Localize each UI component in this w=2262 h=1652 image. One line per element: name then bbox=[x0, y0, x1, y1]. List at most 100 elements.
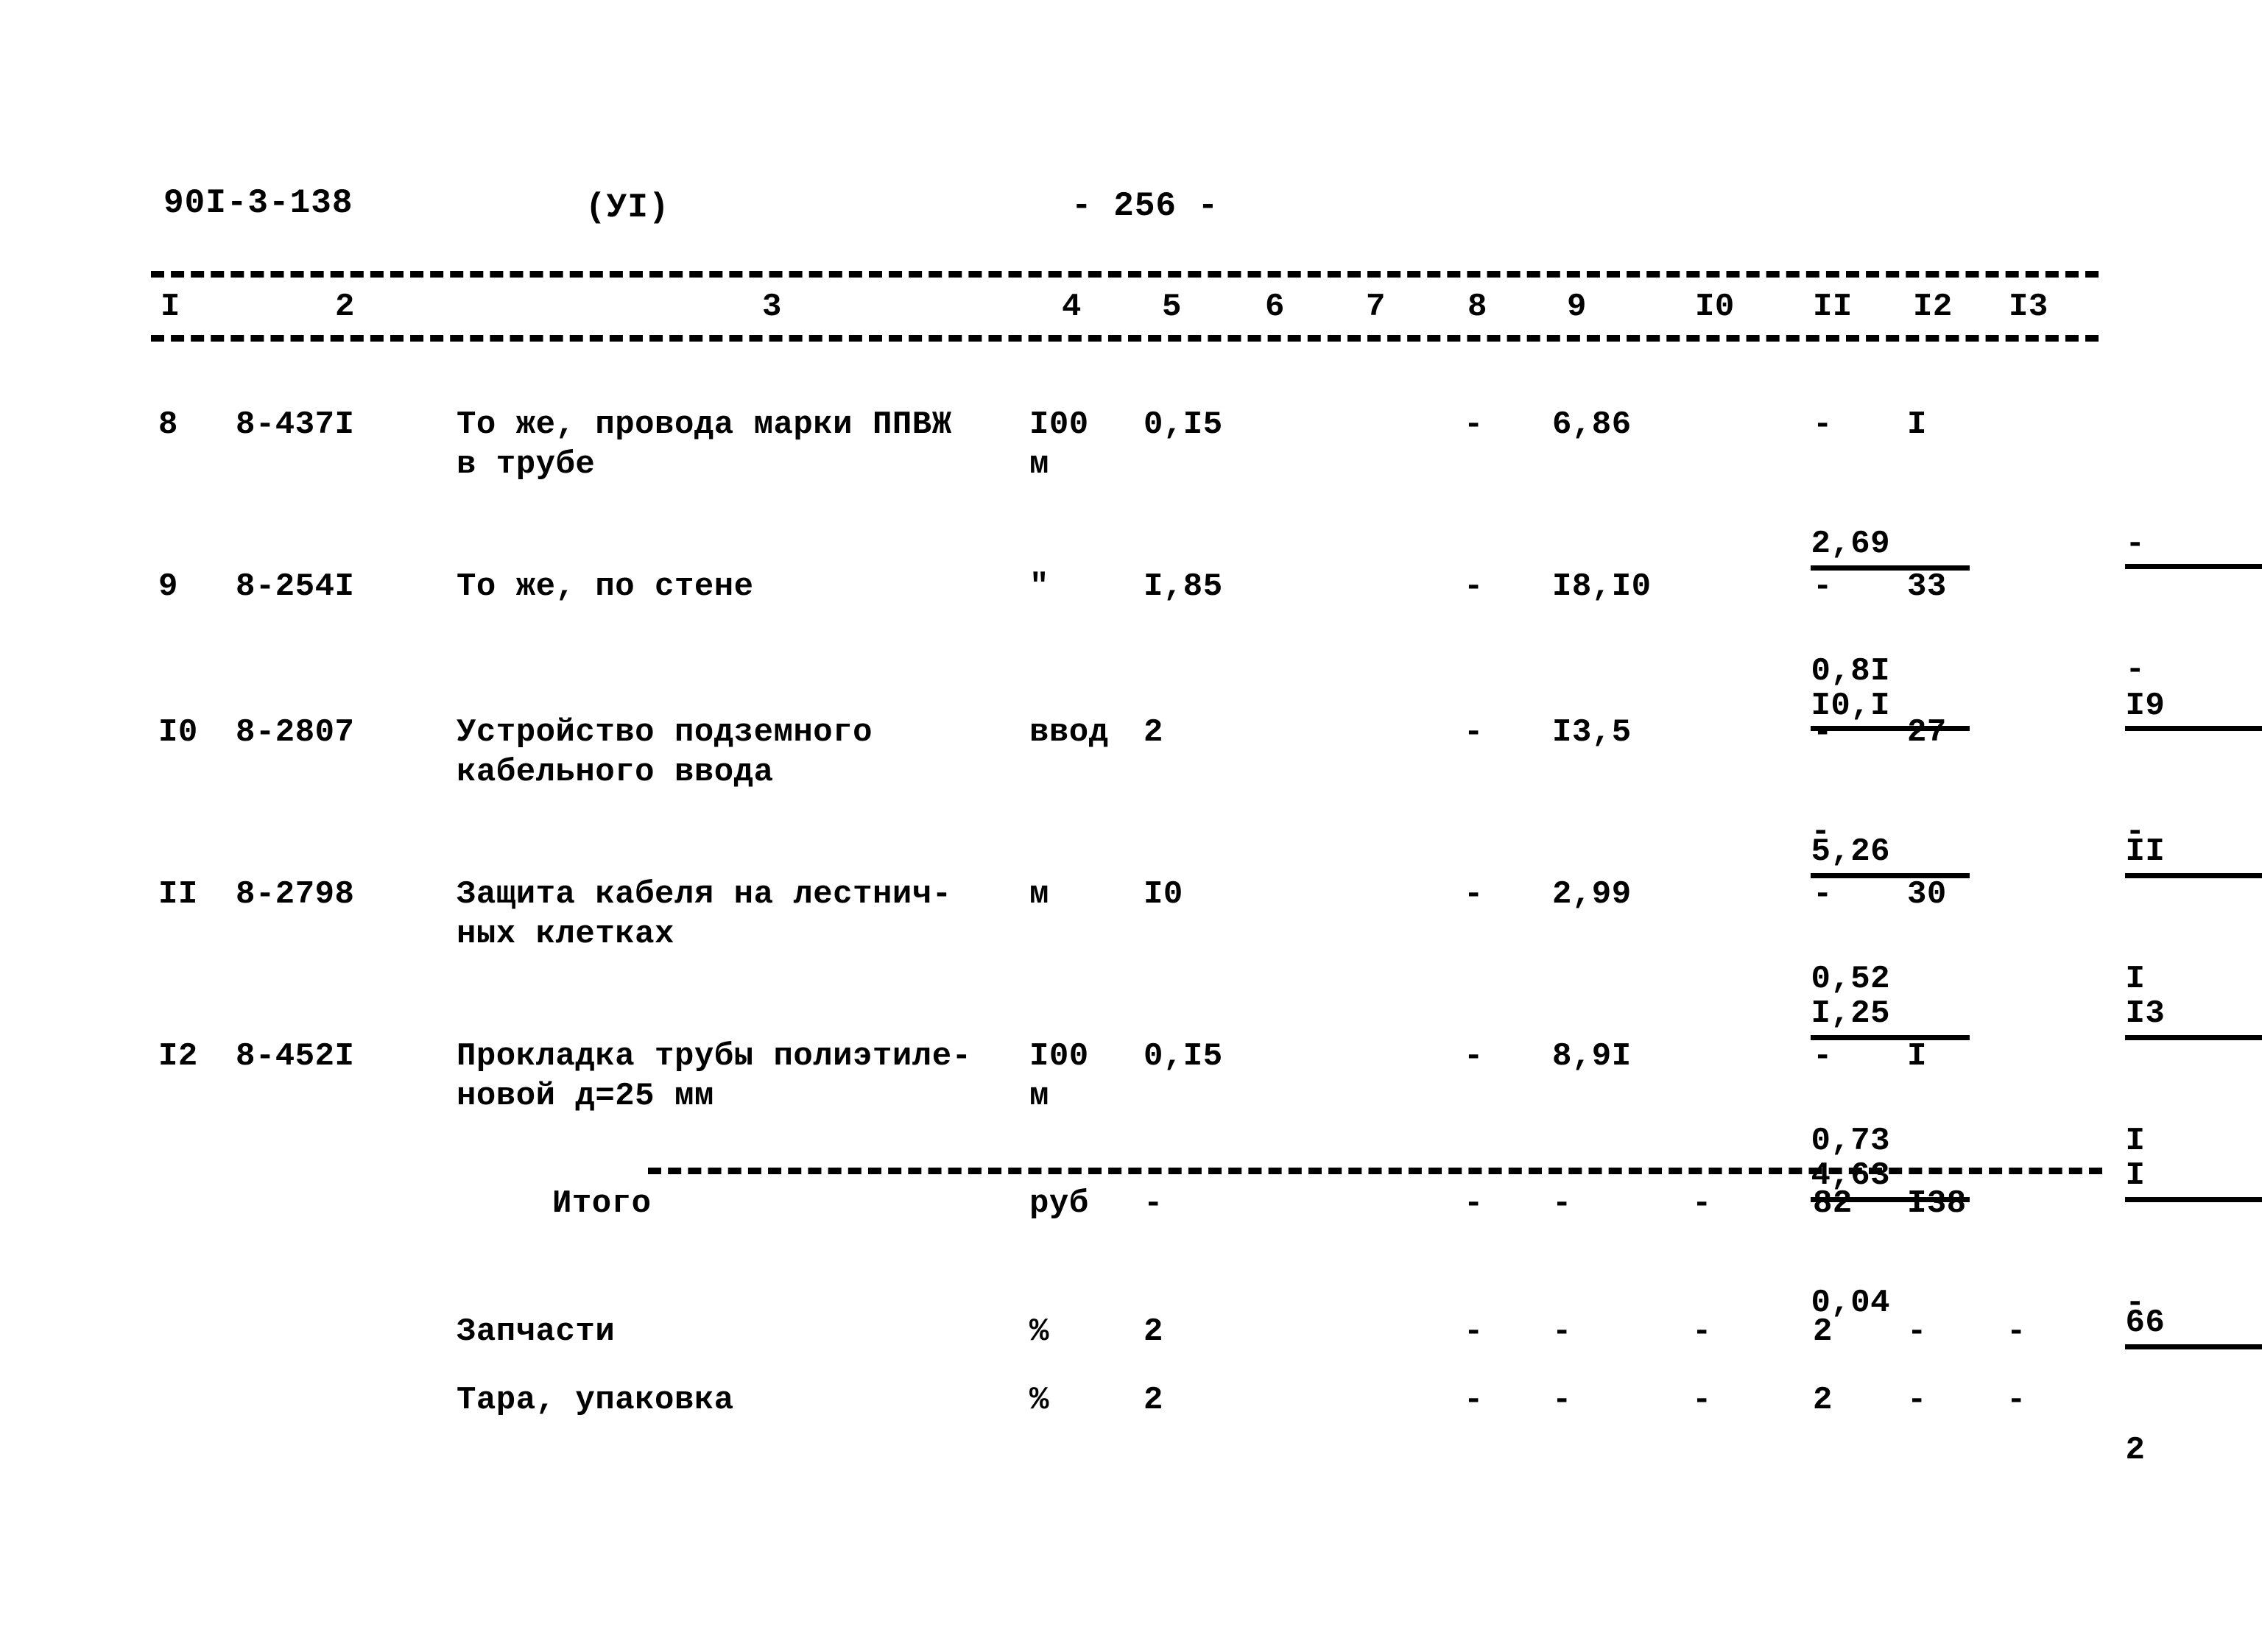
row-col12: 30 bbox=[1907, 876, 1947, 913]
extra-row-col13: - bbox=[2006, 1313, 2026, 1350]
fraction-numerator: 66 bbox=[2125, 1303, 2262, 1349]
row-code: 8-452I bbox=[236, 1038, 355, 1075]
column-header-11: II bbox=[1813, 289, 1853, 325]
row-col8: - bbox=[1464, 568, 1484, 605]
row-number: 9 bbox=[158, 568, 178, 605]
column-header-12: I2 bbox=[1913, 289, 1953, 325]
row-description: То же, по стене bbox=[457, 568, 754, 605]
extra-row-col13: - bbox=[2006, 1382, 2026, 1419]
row-col11: - bbox=[1813, 406, 1833, 443]
column-header-13: I3 bbox=[2009, 289, 2048, 325]
fraction-numerator: - bbox=[2125, 524, 2262, 569]
total-col12: I38 bbox=[1907, 1185, 1967, 1222]
row-col12: 33 bbox=[1907, 568, 1947, 605]
row-number: I2 bbox=[158, 1038, 198, 1075]
fraction: 66 2 bbox=[2125, 1224, 2262, 1550]
fraction-numerator: I3 bbox=[2125, 994, 2262, 1040]
column-header-6: 6 bbox=[1265, 289, 1285, 325]
extra-row-quantity: 2 bbox=[1144, 1382, 1163, 1419]
column-header-1: I bbox=[161, 289, 180, 325]
extra-row-unit: % bbox=[1029, 1313, 1049, 1350]
column-header-9: 9 bbox=[1567, 289, 1587, 325]
row-col12: 27 bbox=[1907, 714, 1947, 751]
row-number: 8 bbox=[158, 406, 178, 443]
row-col8: - bbox=[1464, 714, 1484, 751]
extra-row-col9: - bbox=[1552, 1313, 1572, 1350]
row-col9: I3,5 bbox=[1552, 714, 1632, 751]
fraction-numerator: I,25 bbox=[1811, 994, 1970, 1040]
row-unit: " bbox=[1029, 568, 1049, 605]
extra-row-quantity: 2 bbox=[1144, 1313, 1163, 1350]
extra-row-col8: - bbox=[1464, 1382, 1484, 1419]
extra-row-col8: - bbox=[1464, 1313, 1484, 1350]
row-unit: м bbox=[1029, 876, 1049, 913]
document-page: 90I-3-138 (УI) - 256 - I 2 3 4 5 6 7 8 9… bbox=[0, 0, 2262, 1652]
fraction-denominator: 2 bbox=[2125, 1432, 2146, 1469]
row-col9: 2,99 bbox=[1552, 876, 1632, 913]
row-code: 8-2807 bbox=[236, 714, 355, 751]
row-col8: - bbox=[1464, 876, 1484, 913]
row-quantity: I,85 bbox=[1144, 568, 1223, 605]
extra-row-unit: % bbox=[1029, 1382, 1049, 1419]
column-header-2: 2 bbox=[335, 289, 355, 325]
extra-row-label: Запчасти bbox=[457, 1313, 616, 1350]
column-header-3: 3 bbox=[762, 289, 782, 325]
extra-row-col10: - bbox=[1692, 1382, 1712, 1419]
page-header: 90I-3-138 (УI) - 256 - bbox=[0, 184, 2262, 236]
table-top-rule bbox=[151, 271, 2099, 278]
total-col8: - bbox=[1464, 1185, 1484, 1222]
total-col11: 82 bbox=[1813, 1185, 1853, 1222]
column-header-5: 5 bbox=[1162, 289, 1182, 325]
fraction-numerator: 5,26 bbox=[1811, 832, 1970, 878]
row-code: 8-437I bbox=[236, 406, 355, 443]
row-col9: 8,9I bbox=[1552, 1038, 1632, 1075]
row-unit: ввод bbox=[1029, 714, 1109, 751]
row-col8: - bbox=[1464, 1038, 1484, 1075]
total-col10: - bbox=[1692, 1185, 1712, 1222]
total-quantity: - bbox=[1144, 1185, 1163, 1222]
extra-row-col11: 2 bbox=[1813, 1313, 1833, 1350]
row-col9: 6,86 bbox=[1552, 406, 1632, 443]
fraction-numerator: II bbox=[2125, 832, 2262, 878]
row-col8: - bbox=[1464, 406, 1484, 443]
extra-row-col12: - bbox=[1907, 1382, 1927, 1419]
extra-row-label: Тара, упаковка bbox=[457, 1382, 734, 1419]
row-description: Защита кабеля на лестнич- ных клетках bbox=[457, 876, 952, 953]
row-col11: - bbox=[1813, 1038, 1833, 1075]
fraction-denominator: 0,04 bbox=[1811, 1285, 1891, 1321]
total-col13: 66 2 bbox=[2006, 1184, 2262, 1589]
total-unit: руб bbox=[1029, 1185, 1089, 1222]
total-separator-rule bbox=[648, 1168, 2102, 1174]
row-description: То же, провода марки ППВЖ в трубе bbox=[457, 406, 952, 483]
column-header-10: I0 bbox=[1695, 289, 1735, 325]
fraction-numerator: 2,69 bbox=[1811, 524, 1970, 571]
section-label: (УI) bbox=[585, 188, 670, 227]
row-col9: I8,I0 bbox=[1552, 568, 1652, 605]
extra-row-col12: - bbox=[1907, 1313, 1927, 1350]
document-code: 90I-3-138 bbox=[163, 184, 353, 222]
row-unit: I00 м bbox=[1029, 406, 1089, 483]
column-header-4: 4 bbox=[1062, 289, 1082, 325]
row-description: Устройство подземного кабельного ввода bbox=[457, 714, 873, 791]
row-number: I0 bbox=[158, 714, 198, 751]
table-header-bottom-rule bbox=[151, 335, 2099, 342]
row-col11: - bbox=[1813, 568, 1833, 605]
row-code: 8-254I bbox=[236, 568, 355, 605]
column-header-8: 8 bbox=[1468, 289, 1487, 325]
extra-row-col10: - bbox=[1692, 1313, 1712, 1350]
extra-row-col9: - bbox=[1552, 1382, 1572, 1419]
row-unit: I00 м bbox=[1029, 1038, 1089, 1115]
page-number: - 256 - bbox=[1071, 187, 1219, 225]
row-col11: - bbox=[1813, 714, 1833, 751]
row-quantity: 0,I5 bbox=[1144, 1038, 1223, 1075]
extra-row-col11: 2 bbox=[1813, 1382, 1833, 1419]
row-code: 8-2798 bbox=[236, 876, 355, 913]
fraction: 4,63 0,04 bbox=[1811, 1076, 1970, 1402]
row-quantity: 0,I5 bbox=[1144, 406, 1223, 443]
row-col11: - bbox=[1813, 876, 1833, 913]
total-label: Итого bbox=[552, 1185, 652, 1222]
row-description: Прокладка трубы полиэтиле- новой д=25 мм bbox=[457, 1038, 972, 1115]
row-quantity: I0 bbox=[1144, 876, 1183, 913]
row-col12: I bbox=[1907, 1038, 1927, 1075]
row-number: II bbox=[158, 876, 198, 913]
